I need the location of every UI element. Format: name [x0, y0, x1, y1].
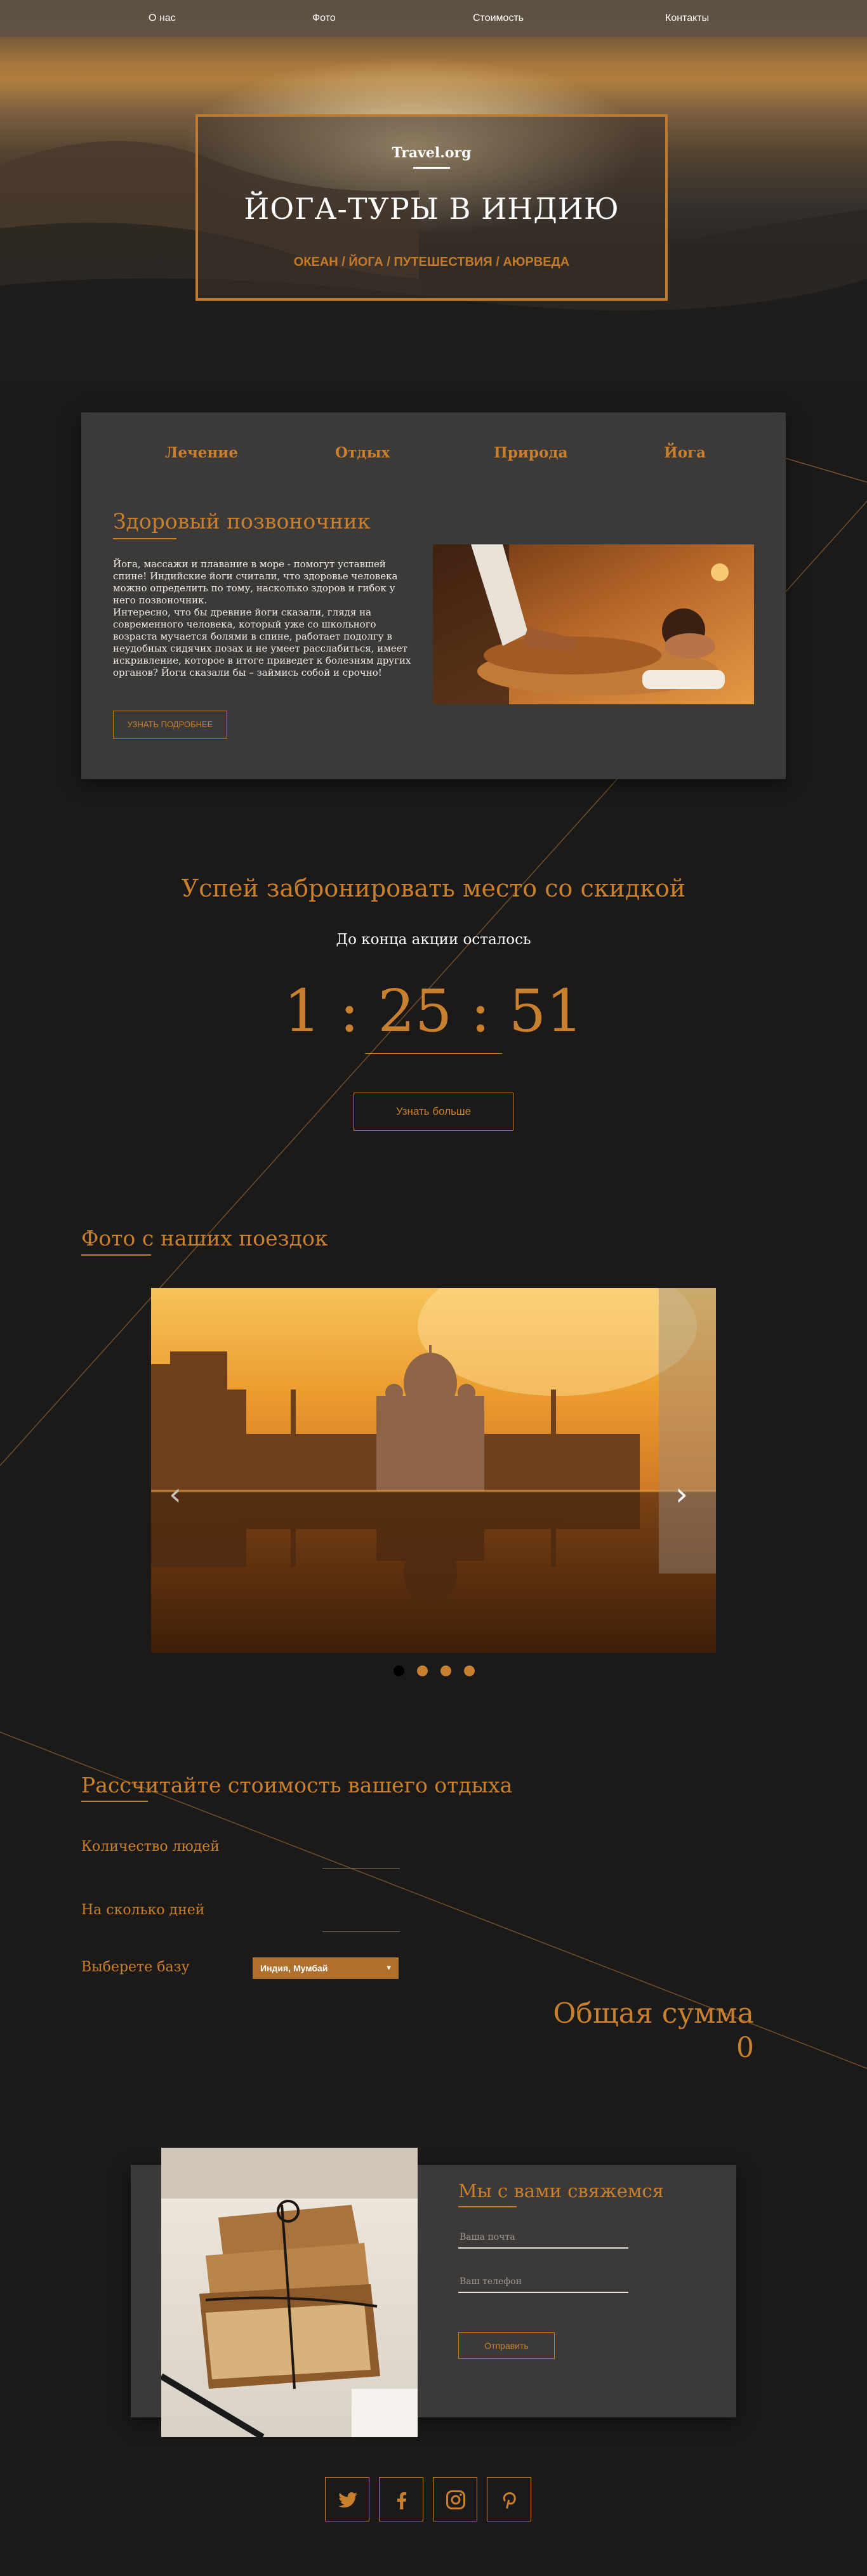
facebook-icon — [397, 2492, 407, 2509]
slider-dots — [394, 1666, 476, 1678]
hero-section: О нас Фото Стоимость Контакты Travel.org… — [0, 0, 867, 381]
article-title: Здоровый позвоночник — [113, 509, 371, 534]
email-field[interactable] — [458, 2227, 628, 2249]
nav-link-contacts[interactable]: Контакты — [665, 13, 709, 24]
nav-link-photo[interactable]: Фото — [312, 13, 336, 24]
pinterest-icon — [503, 2492, 516, 2509]
twitter-button[interactable] — [325, 2477, 369, 2521]
days-label: На сколько дней — [81, 1902, 205, 1918]
nav-link-about[interactable]: О нас — [149, 13, 176, 24]
slider-dot-4[interactable] — [464, 1666, 475, 1676]
gallery-title: Фото с наших поездок — [81, 1226, 328, 1251]
learn-more-promo-button[interactable]: Узнать больше — [354, 1093, 513, 1131]
contact-title: Мы с вами свяжемся — [458, 2180, 664, 2202]
tab-rest[interactable]: Отдых — [335, 444, 390, 461]
photo-slider[interactable]: ‹ › — [151, 1288, 716, 1653]
slider-prev-arrow[interactable]: ‹ — [169, 1478, 182, 1510]
promo-subtitle: До конца акции осталось — [336, 931, 531, 948]
tab-nature[interactable]: Природа — [494, 444, 568, 461]
learn-more-button[interactable]: УЗНАТЬ ПОДРОБНЕЕ — [113, 711, 227, 739]
calculator-title-underline — [81, 1801, 148, 1802]
timer-hours: 1 — [284, 977, 321, 1045]
gallery-title-underline — [81, 1254, 151, 1256]
instagram-icon — [446, 2490, 465, 2509]
letters-photo — [161, 2148, 418, 2437]
tabs-panel: Лечение Отдых Природа Йога Здоровый позв… — [81, 412, 786, 779]
slider-side-overlay — [659, 1288, 716, 1574]
taj-mahal-photo — [151, 1288, 716, 1653]
phone-field[interactable] — [458, 2271, 628, 2293]
timer-separator: : — [339, 977, 359, 1045]
facebook-button[interactable] — [379, 2477, 423, 2521]
slider-dot-2[interactable] — [417, 1666, 428, 1676]
chevron-down-icon: ▼ — [385, 1964, 392, 1972]
calculator-title: Рассчитайте стоимость вашего отдыха — [81, 1773, 513, 1797]
hero-tags: ОКЕАН / ЙОГА / ПУТЕШЕСТВИЯ / АЮРВЕДА — [293, 255, 570, 269]
massage-photo — [433, 544, 754, 704]
tab-treatment[interactable]: Лечение — [165, 444, 238, 461]
slider-dot-3[interactable] — [440, 1666, 451, 1676]
brand-logo[interactable]: Travel.org — [198, 145, 665, 161]
days-input[interactable] — [322, 1911, 400, 1932]
people-input[interactable] — [322, 1848, 400, 1869]
people-label: Количество людей — [81, 1839, 220, 1855]
countdown-timer: 1 : 25 : 51 — [0, 977, 867, 1045]
article-title-underline — [113, 538, 176, 539]
slider-dot-1[interactable] — [394, 1666, 404, 1676]
tab-yoga[interactable]: Йога — [664, 444, 706, 461]
hero-title: ЙОГА-ТУРЫ В ИНДИЮ — [244, 192, 619, 226]
total-value: 0 — [736, 2032, 754, 2064]
slider-next-arrow[interactable]: › — [675, 1478, 688, 1510]
article-text: Йога, массажи и плавание в море - помогу… — [113, 558, 411, 678]
base-select-value: Индия, Мумбай — [260, 1963, 328, 1973]
instagram-button[interactable] — [433, 2477, 477, 2521]
brand-underline — [413, 167, 450, 169]
top-navigation: О нас Фото Стоимость Контакты — [0, 0, 867, 37]
base-label: Выберете базу — [81, 1959, 190, 1975]
twitter-icon — [338, 2492, 357, 2508]
total-label: Общая сумма — [553, 1997, 754, 2030]
timer-underline — [365, 1053, 502, 1054]
timer-minutes: 25 — [378, 977, 453, 1045]
nav-link-pricing[interactable]: Стоимость — [473, 13, 524, 24]
base-select[interactable]: Индия, Мумбай ▼ — [253, 1957, 399, 1979]
hero-title-box: Travel.org ЙОГА-ТУРЫ В ИНДИЮ ОКЕАН / ЙОГ… — [195, 114, 668, 301]
promo-title: Успей забронировать место со скидкой — [181, 874, 686, 902]
timer-separator: : — [470, 977, 491, 1045]
pinterest-button[interactable] — [487, 2477, 531, 2521]
submit-button[interactable]: Отправить — [458, 2332, 555, 2359]
contact-title-underline — [458, 2206, 517, 2207]
timer-seconds: 51 — [508, 977, 583, 1045]
